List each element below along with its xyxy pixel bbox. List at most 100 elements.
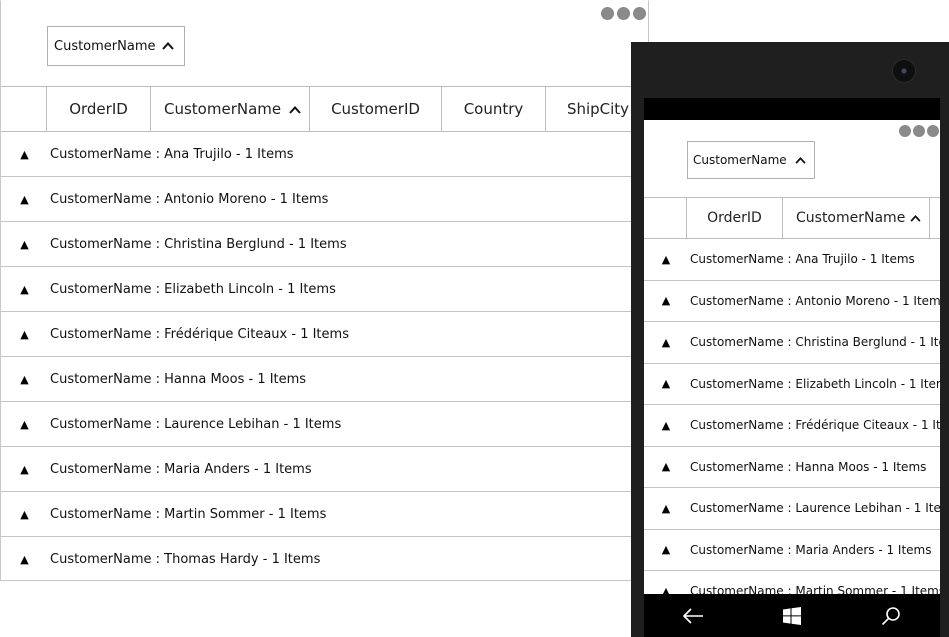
group-caption-row[interactable]: ▲ CustomerName : Martin Sommer - 1 Items xyxy=(644,571,940,594)
group-caption: CustomerName : Laurence Lebihan - 1 Item… xyxy=(690,501,940,516)
group-caption: CustomerName : Ana Trujilo - 1 Items xyxy=(690,252,915,267)
windows-logo-icon xyxy=(782,606,801,625)
column-header-label: ShipCity xyxy=(566,100,630,118)
group-caption: CustomerName : Christina Berglund - 1 It… xyxy=(690,335,940,350)
more-options-button[interactable] xyxy=(601,7,646,20)
group-caption-row[interactable]: ▲ CustomerName : Christina Berglund - 1 I… xyxy=(644,322,940,364)
dot-icon xyxy=(899,125,911,137)
group-caption-row[interactable]: ▲ CustomerName : Antonio Moreno - 1 Items xyxy=(1,177,648,222)
column-header-label: CustomerID xyxy=(331,100,420,118)
camera-icon xyxy=(892,59,916,83)
column-header-customerid[interactable]: CustomerID xyxy=(310,87,442,131)
chevron-up-icon[interactable] xyxy=(789,156,811,164)
expand-triangle-icon[interactable]: ▲ xyxy=(644,543,688,556)
expand-triangle-icon[interactable]: ▲ xyxy=(644,585,688,594)
group-caption: CustomerName : Elizabeth Lincoln - 1 Ite… xyxy=(50,281,336,297)
group-caption-row[interactable]: ▲ CustomerName : Antonio Moreno - 1 Items xyxy=(644,281,940,322)
expand-triangle-icon[interactable]: ▲ xyxy=(1,508,48,521)
column-header-customername[interactable]: CustomerName xyxy=(151,87,310,131)
group-caption-row[interactable]: ▲ CustomerName : Laurence Lebihan - 1 Ite… xyxy=(1,402,648,447)
dot-icon xyxy=(633,7,646,20)
group-caption-row[interactable]: ▲ CustomerName : Laurence Lebihan - 1 Ite… xyxy=(644,488,940,530)
column-header-label: OrderID xyxy=(707,210,762,226)
expand-triangle-icon[interactable]: ▲ xyxy=(1,148,48,161)
chevron-up-icon xyxy=(289,100,301,118)
expand-triangle-icon[interactable]: ▲ xyxy=(644,377,688,390)
group-caption-row[interactable]: ▲ CustomerName : Christina Berglund - 1 I… xyxy=(1,222,648,267)
phone-emulator: CustomerName OrderID CustomerName ▲ Custo… xyxy=(631,42,949,637)
group-chip-customername[interactable]: CustomerName xyxy=(47,26,185,66)
group-caption-row[interactable]: ▲ CustomerName : Elizabeth Lincoln - 1 It… xyxy=(644,364,940,405)
phone-nav-bar xyxy=(644,594,940,637)
group-caption: CustomerName : Laurence Lebihan - 1 Item… xyxy=(50,416,342,432)
expand-triangle-icon[interactable]: ▲ xyxy=(1,328,48,341)
group-caption-row[interactable]: ▲ CustomerName : Maria Anders - 1 Items xyxy=(1,447,648,492)
expand-triangle-icon[interactable]: ▲ xyxy=(1,463,48,476)
dot-icon xyxy=(601,7,614,20)
group-caption: CustomerName : Hanna Moos - 1 Items xyxy=(690,459,927,474)
home-button[interactable] xyxy=(772,601,812,631)
column-header-row: OrderID CustomerName xyxy=(644,197,940,239)
column-header-label: Country xyxy=(463,100,524,118)
more-options-button[interactable] xyxy=(899,125,939,137)
phone-grid: CustomerName OrderID CustomerName ▲ Custo… xyxy=(644,120,940,594)
desktop-grid: CustomerName OrderID CustomerName Custom… xyxy=(0,0,649,581)
group-caption: CustomerName : Martin Sommer - 1 Items xyxy=(690,584,940,594)
indent-header-cell xyxy=(1,87,47,131)
dot-icon xyxy=(913,125,925,137)
column-header-orderid[interactable]: OrderID xyxy=(47,87,151,131)
search-icon xyxy=(881,606,900,625)
group-caption-row[interactable]: ▲ CustomerName : Frédérique Citeaux - 1 I… xyxy=(644,405,940,447)
column-header-label: CustomerName xyxy=(796,210,906,226)
group-caption: CustomerName : Maria Anders - 1 Items xyxy=(690,542,932,557)
group-caption-row[interactable]: ▲ CustomerName : Ana Trujilo - 1 Items xyxy=(644,239,940,281)
expand-triangle-icon[interactable]: ▲ xyxy=(644,294,688,307)
group-caption-row[interactable]: ▲ CustomerName : Hanna Moos - 1 Items xyxy=(644,447,940,488)
expand-triangle-icon[interactable]: ▲ xyxy=(1,418,48,431)
group-caption-row[interactable]: ▲ CustomerName : Martin Sommer - 1 Items xyxy=(1,492,648,537)
expand-triangle-icon[interactable]: ▲ xyxy=(644,502,688,515)
group-caption: CustomerName : Thomas Hardy - 1 Items xyxy=(50,551,321,567)
group-caption-row[interactable]: ▲ CustomerName : Ana Trujilo - 1 Items xyxy=(1,132,648,177)
search-button[interactable] xyxy=(871,601,911,631)
group-chip-customername[interactable]: CustomerName xyxy=(687,141,815,179)
group-caption: CustomerName : Hanna Moos - 1 Items xyxy=(50,371,307,387)
group-chip-label: CustomerName xyxy=(54,38,156,54)
group-caption: CustomerName : Christina Berglund - 1 It… xyxy=(50,236,347,252)
dot-icon xyxy=(927,125,939,137)
group-chip-label: CustomerName xyxy=(693,153,787,167)
group-caption: CustomerName : Ana Trujilo - 1 Items xyxy=(50,146,294,162)
indent-header-cell xyxy=(644,198,687,238)
group-caption: CustomerName : Antonio Moreno - 1 Items xyxy=(690,293,940,308)
expand-triangle-icon[interactable]: ▲ xyxy=(1,553,48,566)
group-caption-row[interactable]: ▲ CustomerName : Maria Anders - 1 Items xyxy=(644,530,940,571)
group-caption: CustomerName : Frédérique Citeaux - 1 It… xyxy=(50,326,349,342)
group-caption: CustomerName : Antonio Moreno - 1 Items xyxy=(50,191,329,207)
group-caption-row[interactable]: ▲ CustomerName : Frédérique Citeaux - 1 I… xyxy=(1,312,648,357)
column-header-country[interactable]: Country xyxy=(442,87,546,131)
column-header-row: OrderID CustomerName CustomerID Country … xyxy=(1,86,648,132)
dot-icon xyxy=(617,7,630,20)
column-header-orderid[interactable]: OrderID xyxy=(687,198,783,238)
group-caption: CustomerName : Elizabeth Lincoln - 1 Ite… xyxy=(690,376,940,391)
expand-triangle-icon[interactable]: ▲ xyxy=(644,419,688,432)
expand-triangle-icon[interactable]: ▲ xyxy=(644,460,688,473)
expand-triangle-icon[interactable]: ▲ xyxy=(1,283,48,296)
expand-triangle-icon[interactable]: ▲ xyxy=(1,373,48,386)
chevron-up-icon xyxy=(910,210,921,226)
expand-triangle-icon[interactable]: ▲ xyxy=(1,238,48,251)
back-button[interactable] xyxy=(673,601,713,631)
expand-triangle-icon[interactable]: ▲ xyxy=(644,336,688,349)
column-header-partial[interactable] xyxy=(930,198,940,238)
chevron-up-icon[interactable] xyxy=(156,42,180,50)
expand-triangle-icon[interactable]: ▲ xyxy=(644,253,688,266)
column-header-customername[interactable]: CustomerName xyxy=(783,198,930,238)
group-caption-row[interactable]: ▲ CustomerName : Hanna Moos - 1 Items xyxy=(1,357,648,402)
group-caption: CustomerName : Frédérique Citeaux - 1 It… xyxy=(690,418,940,433)
back-arrow-icon xyxy=(683,607,704,624)
column-header-label: OrderID xyxy=(69,100,128,118)
expand-triangle-icon[interactable]: ▲ xyxy=(1,193,48,206)
group-caption-row[interactable]: ▲ CustomerName : Thomas Hardy - 1 Items xyxy=(1,537,648,580)
group-caption-row[interactable]: ▲ CustomerName : Elizabeth Lincoln - 1 It… xyxy=(1,267,648,312)
group-caption: CustomerName : Martin Sommer - 1 Items xyxy=(50,506,327,522)
